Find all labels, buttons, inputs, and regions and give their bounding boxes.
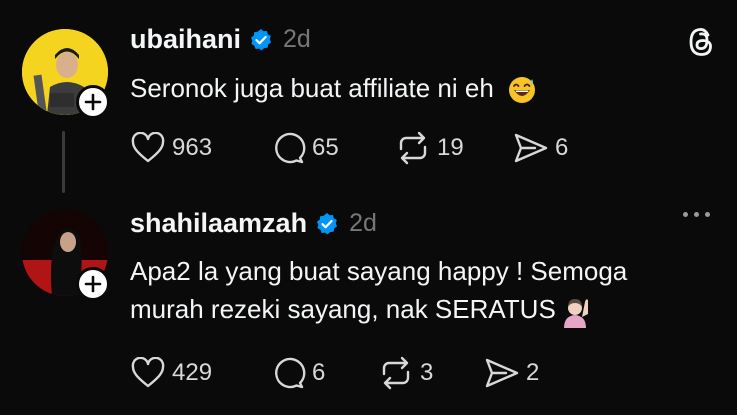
post-actions: 429 6 3 2 [130,355,564,391]
heart-icon [131,132,165,163]
post-text: Apa2 la yang buat sayang happy ! Semoga … [130,252,720,329]
thread-post: ubaihani 2d Seronok juga buat affiliate … [0,0,737,200]
plus-icon [84,275,102,293]
post-text-content: murah rezeki sayang, nak SERATUS [130,294,556,324]
post-text-content: Seronok juga buat affiliate ni eh [130,73,494,103]
repost-action[interactable]: 3 [378,355,484,391]
post-text-line-2: murah rezeki sayang, nak SERATUS [130,290,720,329]
verified-badge-icon [251,28,272,50]
thread-connector-line [62,131,65,193]
repost-count: 19 [437,134,464,161]
plus-icon [84,93,102,111]
heart-icon [131,357,165,388]
like-count: 963 [172,134,213,161]
reply-count: 6 [312,359,326,386]
dot-icon [705,212,710,217]
repost-icon [382,356,410,390]
comment-icon [275,357,306,389]
dot-icon [694,212,699,217]
repost-icon [399,131,427,165]
reply-count: 65 [312,134,339,161]
more-options-button[interactable] [683,212,710,217]
raising-hand-emoji-icon [563,299,588,329]
post-text-line: Apa2 la yang buat sayang happy ! Semoga [130,256,628,286]
send-icon [485,358,519,388]
post-actions: 963 65 19 6 [130,130,593,166]
username[interactable]: ubaihani [130,24,241,55]
timestamp: 2d [283,25,311,53]
timestamp: 2d [349,209,377,237]
like-action[interactable]: 963 [130,130,270,166]
share-count: 2 [526,359,540,386]
reply-action[interactable]: 6 [270,355,378,391]
share-action[interactable]: 6 [513,130,593,166]
thread-post: shahilaamzah 2d Apa2 la yang buat sayang… [0,200,737,415]
threads-logo-icon[interactable] [686,26,716,58]
like-action[interactable]: 429 [130,355,270,391]
like-count: 429 [172,359,213,386]
dot-icon [683,212,688,217]
verified-badge-icon [317,212,338,234]
share-action[interactable]: 2 [484,355,564,391]
username[interactable]: shahilaamzah [130,208,307,239]
repost-action[interactable]: 19 [395,130,513,166]
post-header: ubaihani 2d [130,24,311,55]
reply-action[interactable]: 65 [270,130,395,166]
repost-count: 3 [420,359,434,386]
share-count: 6 [555,134,569,161]
post-text: Seronok juga buat affiliate ni eh [130,69,720,107]
follow-plus-button[interactable] [76,85,110,119]
follow-plus-button[interactable] [76,267,110,301]
sweat-smile-emoji-icon [509,77,536,104]
post-header: shahilaamzah 2d [130,208,377,239]
send-icon [514,133,548,163]
comment-icon [275,132,306,164]
